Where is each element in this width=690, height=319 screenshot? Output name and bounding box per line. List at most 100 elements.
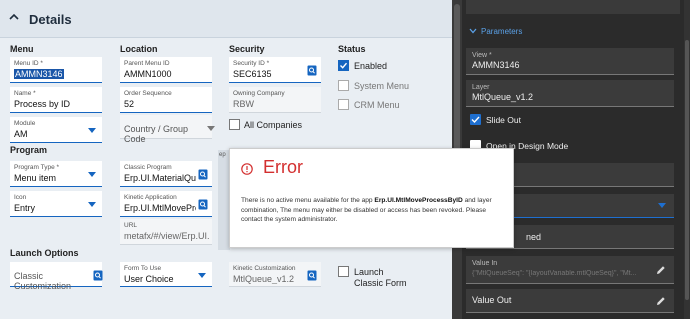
kinetic-customization-field[interactable]: Kinetic Customization MtlQueue_v1.2: [229, 262, 321, 287]
form-to-use-dropdown[interactable]: Form To Use User Choice: [120, 262, 212, 287]
value-in-label: Value In: [472, 260, 498, 267]
kinetic-application-value: Erp.UI.MtlMovePro: [124, 203, 196, 213]
all-companies-checkbox[interactable]: [229, 119, 240, 130]
search-icon[interactable]: [307, 270, 317, 281]
layer-label: Layer: [472, 84, 490, 91]
dropdown-arrow-icon[interactable]: [88, 128, 96, 133]
kinetic-application-field[interactable]: Kinetic Application Erp.UI.MtlMovePro: [120, 191, 212, 217]
scrollbar-thumb[interactable]: [454, 4, 460, 152]
enabled-checkbox[interactable]: [338, 60, 349, 71]
value-out-field[interactable]: Value Out: [466, 289, 674, 313]
order-sequence-label: Order Sequence: [124, 90, 172, 97]
view-field[interactable]: View * AMMN3146: [466, 48, 674, 75]
slide-out-checkbox[interactable]: [470, 114, 481, 125]
dropdown-arrow-icon[interactable]: [88, 202, 96, 207]
module-label: Module: [14, 120, 36, 127]
crm-menu-checkbox[interactable]: [338, 99, 349, 110]
obscured-field-strip-text: ep: [219, 152, 226, 158]
search-icon[interactable]: [93, 270, 103, 281]
parent-menu-id-label: Parent Menu ID: [124, 60, 170, 67]
search-icon[interactable]: [198, 169, 208, 180]
kinetic-customization-label: Kinetic Customization: [233, 265, 296, 272]
error-dialog[interactable]: Error There is no active menu available …: [229, 148, 514, 248]
error-title: Error: [263, 157, 303, 177]
country-group-code-dropdown[interactable]: Country / Group Code: [120, 115, 215, 144]
menu-id-label: Menu ID *: [14, 60, 43, 67]
error-message: There is no active menu available for th…: [241, 196, 506, 225]
details-header[interactable]: Details: [0, 0, 452, 38]
details-title: Details: [29, 12, 72, 27]
scrollbar-thumb[interactable]: [685, 40, 689, 300]
icon-label: Icon: [14, 194, 27, 201]
pencil-icon[interactable]: [656, 265, 666, 275]
launch-classic-form-label: Launch Classic Form: [354, 267, 407, 288]
icon-value: Entry: [14, 203, 36, 213]
error-message-text: There is no active menu available for th…: [241, 197, 375, 204]
name-value: Process by ID: [14, 99, 71, 109]
security-id-label: Security ID *: [233, 60, 270, 67]
chevron-down-icon: [469, 28, 477, 34]
owning-company-value: RBW: [233, 99, 254, 109]
system-menu-checkbox[interactable]: [338, 80, 349, 91]
program-type-value: Menu item: [14, 173, 57, 183]
module-value: AM: [14, 129, 28, 139]
dropdown-arrow-icon[interactable]: [198, 273, 206, 278]
parameters-label: Parameters: [481, 27, 523, 36]
error-app-name: Erp.UI.MtlMoveProcessByID: [374, 197, 463, 204]
partial-field-text: ned: [526, 232, 542, 242]
section-security: Security: [229, 44, 265, 54]
right-scrollbar[interactable]: [684, 0, 690, 319]
all-companies-label: All Companies: [244, 120, 303, 130]
classic-customization-placeholder: Classic Customization: [14, 271, 72, 291]
section-location: Location: [120, 44, 158, 54]
enabled-label: Enabled: [354, 61, 388, 71]
program-type-dropdown[interactable]: Program Type * Menu item: [10, 161, 102, 187]
search-icon[interactable]: [307, 65, 317, 76]
url-value: metafx/#/view/Erp.UI...: [124, 231, 210, 241]
checkmark-icon: [340, 62, 348, 69]
error-icon: [241, 163, 253, 175]
pencil-icon[interactable]: [656, 296, 666, 306]
section-menu: Menu: [10, 44, 34, 54]
url-label: URL: [124, 222, 138, 229]
order-sequence-field[interactable]: Order Sequence 52: [120, 87, 212, 113]
chevron-up-icon[interactable]: [9, 12, 19, 22]
dropdown-arrow-icon[interactable]: [88, 172, 96, 177]
form-to-use-label: Form To Use: [124, 265, 162, 272]
value-in-value: {"MtlQueueSeq": "{layoutVariable.mtlQueS…: [472, 270, 637, 277]
classic-program-label: Classic Program: [124, 164, 172, 171]
url-field: URL metafx/#/view/Erp.UI...: [120, 219, 212, 245]
crm-menu-label: CRM Menu: [354, 100, 400, 110]
icon-dropdown[interactable]: Icon Entry: [10, 191, 102, 217]
country-group-code-placeholder: Country / Group Code: [124, 124, 189, 144]
classic-customization-field[interactable]: Classic Customization: [10, 262, 103, 291]
panel-top-field: [466, 0, 680, 14]
security-id-value: SEC6135: [233, 69, 272, 79]
form-to-use-value: User Choice: [124, 274, 174, 284]
layer-value: MtlQueue_v1.2: [472, 92, 534, 102]
section-program: Program: [10, 145, 48, 155]
section-launch-options: Launch Options: [10, 248, 79, 258]
menu-id-field[interactable]: Menu ID * AMMN3146: [10, 57, 102, 83]
view-value: AMMN3146: [472, 60, 520, 70]
system-menu-label: System Menu: [354, 81, 410, 91]
owning-company-label: Owning Company: [233, 90, 285, 97]
owning-company-field: Owning Company RBW: [229, 87, 321, 113]
dropdown-arrow-icon[interactable]: [207, 126, 215, 131]
value-in-field[interactable]: Value In {"MtlQueueSeq": "{layoutVariabl…: [466, 256, 674, 284]
layer-field[interactable]: Layer MtlQueue_v1.2: [466, 80, 674, 107]
parent-menu-id-field[interactable]: Parent Menu ID AMMN1000: [120, 57, 212, 83]
launch-classic-form-checkbox[interactable]: [338, 266, 349, 277]
section-status: Status: [338, 44, 366, 54]
kinetic-application-label: Kinetic Application: [124, 194, 177, 201]
name-field[interactable]: Name * Process by ID: [10, 87, 102, 113]
module-dropdown[interactable]: Module AM: [10, 117, 102, 143]
security-id-field[interactable]: Security ID * SEC6135: [229, 57, 321, 83]
dropdown-arrow-icon[interactable]: [658, 203, 666, 208]
classic-program-field[interactable]: Classic Program Erp.UI.MaterialQue: [120, 161, 212, 187]
classic-program-value: Erp.UI.MaterialQue: [124, 173, 196, 183]
menu-id-value: AMMN3146: [14, 69, 64, 79]
value-out-label: Value Out: [472, 295, 512, 305]
search-icon[interactable]: [198, 199, 208, 210]
kinetic-customization-value: MtlQueue_v1.2: [233, 274, 295, 284]
